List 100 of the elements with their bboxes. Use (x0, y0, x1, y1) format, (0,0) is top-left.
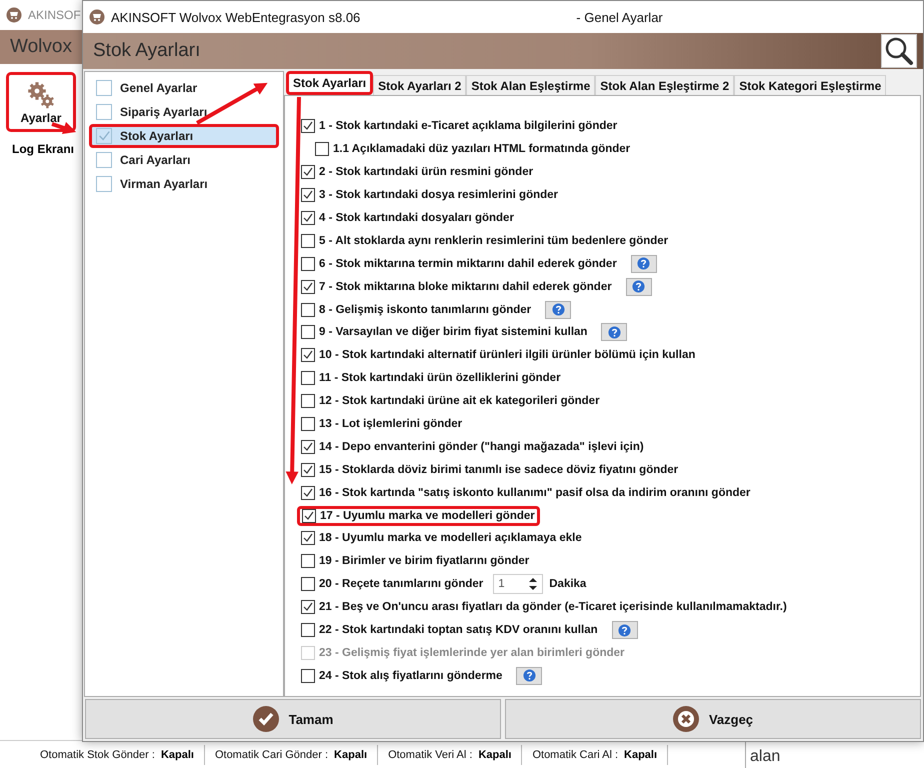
category-checkbox (96, 152, 112, 168)
checkbox[interactable] (301, 394, 315, 408)
checkbox[interactable] (301, 668, 315, 683)
category-checkbox (96, 104, 112, 120)
option-label: 3 - Stok kartındaki dosya resimlerini gönder (319, 189, 558, 202)
option-label: 16 - Stok kartında "satış iskonto kullanımı" pasif olsa da indirim oranını gönder (319, 486, 750, 499)
checkbox[interactable] (301, 371, 315, 386)
option-label: 4 - Stok kartındaki dosyaları gönder (319, 212, 514, 224)
option-label: 22 - Stok kartındaki toptan satış KDV oranını kullan (319, 624, 598, 636)
sidebar-item[interactable]: Log Ekranı (6, 138, 86, 156)
status-value: Kapalı (334, 748, 368, 760)
option-label: 6 - Stok miktarına termin miktarını dahil ederek gönder (319, 258, 617, 270)
window-title: AKINSOF (28, 8, 81, 22)
question-mark-icon (608, 326, 621, 339)
number-spinner[interactable]: 1 (493, 574, 544, 594)
help-button[interactable] (545, 300, 572, 319)
checkbox[interactable] (301, 211, 315, 225)
ok-button[interactable]: Tamam (85, 699, 501, 739)
help-button[interactable] (601, 323, 628, 342)
option-label: 17 - Uyumlu marka ve modelleri gönder (320, 510, 535, 522)
option-label: 1 - Stok kartındaki e-Ticaret açıklama bilgilerini gönder (319, 120, 618, 132)
option-label: 12 - Stok kartındaki ürüne ait ek kategorileri gönder (319, 395, 600, 408)
search-button[interactable] (881, 34, 917, 68)
checkbox[interactable] (315, 142, 329, 156)
help-button[interactable] (516, 666, 542, 685)
question-mark-icon (522, 669, 536, 682)
option-label: 24 - Stok alış fiyatlarını gönderme (319, 670, 502, 682)
checkbox[interactable] (302, 508, 316, 523)
help-button[interactable] (612, 621, 638, 640)
checkbox[interactable] (301, 348, 315, 362)
category-item[interactable]: Virman Ayarları (89, 172, 279, 196)
checkbox[interactable] (301, 600, 315, 614)
status-value: Kapalı (478, 748, 512, 760)
partial-text: alan (750, 748, 780, 766)
option-label: 8 - Gelişmiş iskonto tanımlarını gönder (319, 304, 532, 316)
page-heading: Stok Ayarları (93, 40, 200, 62)
checkbox[interactable] (301, 554, 315, 568)
checkbox[interactable] (301, 462, 315, 477)
help-button[interactable] (630, 254, 657, 273)
question-mark-icon (632, 280, 646, 294)
cancel-button[interactable]: Vazgeç (505, 699, 921, 739)
status-label: Otomatik Cari Al : (532, 748, 618, 760)
checkmark-icon (252, 706, 279, 732)
window-subtitle: - Genel Ayarlar (576, 10, 663, 24)
help-button[interactable] (626, 278, 652, 296)
option-label: 2 - Stok kartındaki ürün resmini gönder (319, 166, 534, 178)
tab[interactable]: Stok Alan Eşleştirme (466, 75, 596, 95)
category-checkbox (96, 128, 112, 144)
checkbox[interactable] (301, 188, 315, 202)
category-item[interactable]: Sipariş Ayarları (89, 100, 279, 124)
checkbox[interactable] (301, 577, 315, 592)
tab[interactable]: Stok Alan Eşleştirme 2 (595, 75, 734, 95)
option-label: 1.1 Açıklamadaki düz yazıları HTML formatında gönder (333, 143, 630, 156)
option-label: 11 - Stok kartındaki ürün özelliklerini gönder (319, 372, 561, 384)
option-label: 15 - Stoklarda döviz birimi tanımlı ise sadece döviz fiyatını gönder (319, 464, 678, 476)
option-label: 21 - Beş ve On'uncu arası fiyatları da gönder (e-Ticaret içerisinde kullanılmamaktadır.) (319, 601, 787, 614)
option-label: 20 - Reçete tanımlarını gönder (319, 578, 484, 590)
option-label: 10 - Stok kartındaki alternatif ürünleri ilgili ürünler bölümü için kullan (319, 349, 696, 362)
settings-button[interactable]: Ayarlar (6, 72, 76, 132)
tab[interactable]: Stok Ayarları (286, 71, 374, 95)
question-mark-icon (618, 624, 632, 637)
checkbox[interactable] (301, 302, 315, 317)
checkbox[interactable] (301, 119, 315, 134)
checkbox[interactable] (301, 440, 315, 454)
close-icon (672, 706, 699, 732)
status-label: Otomatik Veri Al : (388, 748, 472, 760)
category-item[interactable]: Cari Ayarları (89, 148, 279, 172)
checkbox[interactable] (301, 531, 315, 546)
question-mark-icon (637, 257, 650, 270)
category-checkbox (96, 176, 112, 192)
question-mark-icon (552, 303, 565, 316)
option-label: 23 - Gelişmiş fiyat işlemlerinde yer alan birimleri gönder (319, 646, 625, 659)
cart-icon (6, 7, 22, 23)
option-label: 5 - Alt stoklarda aynı renklerin resimlerini tüm bedenlere gönder (319, 234, 668, 247)
checkbox[interactable] (301, 256, 315, 271)
checkbox[interactable] (301, 234, 315, 248)
option-label: 13 - Lot işlemlerini gönder (319, 418, 462, 430)
option-label: 14 - Depo envanterini gönder ("hangi mağazada" işlevi için) (319, 440, 644, 453)
checkbox[interactable] (301, 486, 315, 500)
tab[interactable]: Stok Kategori Eşleştirme (734, 75, 886, 95)
checkbox[interactable] (301, 165, 315, 180)
status-label: Otomatik Stok Gönder : (40, 748, 155, 760)
checkbox[interactable] (301, 417, 315, 432)
cart-icon (89, 9, 105, 25)
status-value: Kapalı (160, 748, 194, 760)
checkbox[interactable] (301, 280, 315, 294)
checkbox[interactable] (301, 325, 315, 340)
category-item[interactable]: Stok Ayarları (89, 124, 279, 148)
checkbox[interactable] (301, 623, 315, 638)
window-title: AKINSOFT Wolvox WebEntegrasyon s8.06 (111, 10, 360, 24)
option-label: 18 - Uyumlu marka ve modelleri açıklamaya ekle (319, 532, 582, 544)
tab[interactable]: Stok Ayarları 2 (373, 75, 466, 95)
option-label: 9 - Varsayılan ve diğer birim fiyat sistemini kullan (319, 326, 588, 338)
option-label: 19 - Birimler ve birim fiyatlarını gönder (319, 555, 530, 568)
app-header: Wolvox (10, 36, 72, 58)
category-checkbox (96, 80, 112, 96)
category-item[interactable]: Genel Ayarlar (89, 76, 279, 100)
status-label: Otomatik Cari Gönder : (214, 748, 328, 760)
option-label: 7 - Stok miktarına bloke miktarını dahil ederek gönder (319, 280, 612, 293)
status-value: Kapalı (624, 748, 658, 760)
